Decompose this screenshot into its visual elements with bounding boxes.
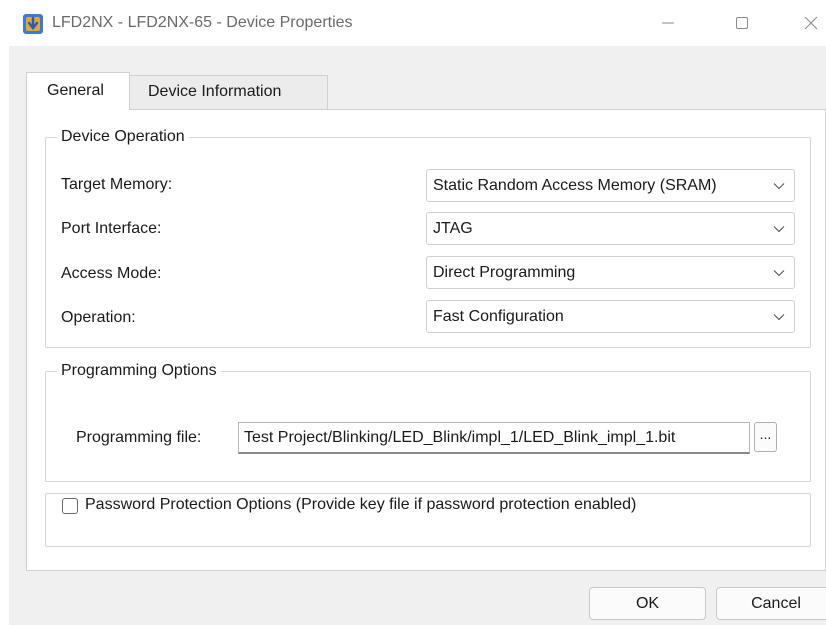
close-icon bbox=[804, 16, 818, 30]
programming-file-value: Test Project/Blinking/LED_Blink/impl_1/L… bbox=[244, 428, 676, 446]
operation-value: Fast Configuration bbox=[433, 307, 564, 325]
window-title: LFD2NX - LFD2NX-65 - Device Properties bbox=[52, 14, 353, 31]
chevron-down-icon bbox=[764, 269, 794, 277]
tab-general-label: General bbox=[47, 82, 104, 99]
operation-select[interactable]: Fast Configuration bbox=[426, 300, 795, 333]
tab-device-information[interactable]: Device Information bbox=[130, 75, 328, 110]
tab-general[interactable]: General bbox=[26, 72, 130, 110]
access-mode-label: Access Mode: bbox=[61, 265, 162, 282]
password-protection-label[interactable]: Password Protection Options (Provide key… bbox=[85, 495, 641, 515]
programming-file-input[interactable]: Test Project/Blinking/LED_Blink/impl_1/L… bbox=[238, 422, 750, 454]
tab-device-information-label: Device Information bbox=[148, 83, 282, 100]
target-memory-value: Static Random Access Memory (SRAM) bbox=[433, 176, 717, 194]
programmer-app-icon bbox=[23, 14, 43, 34]
chevron-down-icon bbox=[764, 182, 794, 190]
access-mode-value: Direct Programming bbox=[433, 263, 576, 281]
close-button[interactable] bbox=[786, 0, 826, 46]
access-mode-select[interactable]: Direct Programming bbox=[426, 256, 795, 289]
port-interface-label: Port Interface: bbox=[61, 220, 162, 237]
maximize-button[interactable] bbox=[717, 0, 767, 46]
chevron-down-icon bbox=[764, 313, 794, 321]
ok-button[interactable]: OK bbox=[589, 587, 706, 620]
port-interface-select[interactable]: JTAG bbox=[426, 212, 795, 245]
target-memory-select[interactable]: Static Random Access Memory (SRAM) bbox=[426, 169, 795, 202]
programming-file-label: Programming file: bbox=[76, 429, 202, 446]
device-operation-legend: Device Operation bbox=[61, 128, 185, 145]
chevron-down-icon bbox=[764, 225, 794, 233]
browse-file-button[interactable]: ... bbox=[754, 422, 777, 452]
minimize-button[interactable] bbox=[643, 0, 693, 46]
port-interface-value: JTAG bbox=[433, 219, 473, 237]
target-memory-label: Target Memory: bbox=[61, 176, 173, 193]
maximize-icon bbox=[736, 17, 748, 29]
cancel-button[interactable]: Cancel bbox=[716, 587, 826, 620]
password-protection-checkbox[interactable] bbox=[62, 498, 78, 514]
programming-options-legend: Programming Options bbox=[61, 362, 217, 379]
operation-label: Operation: bbox=[61, 309, 136, 326]
minimize-icon bbox=[662, 22, 674, 24]
